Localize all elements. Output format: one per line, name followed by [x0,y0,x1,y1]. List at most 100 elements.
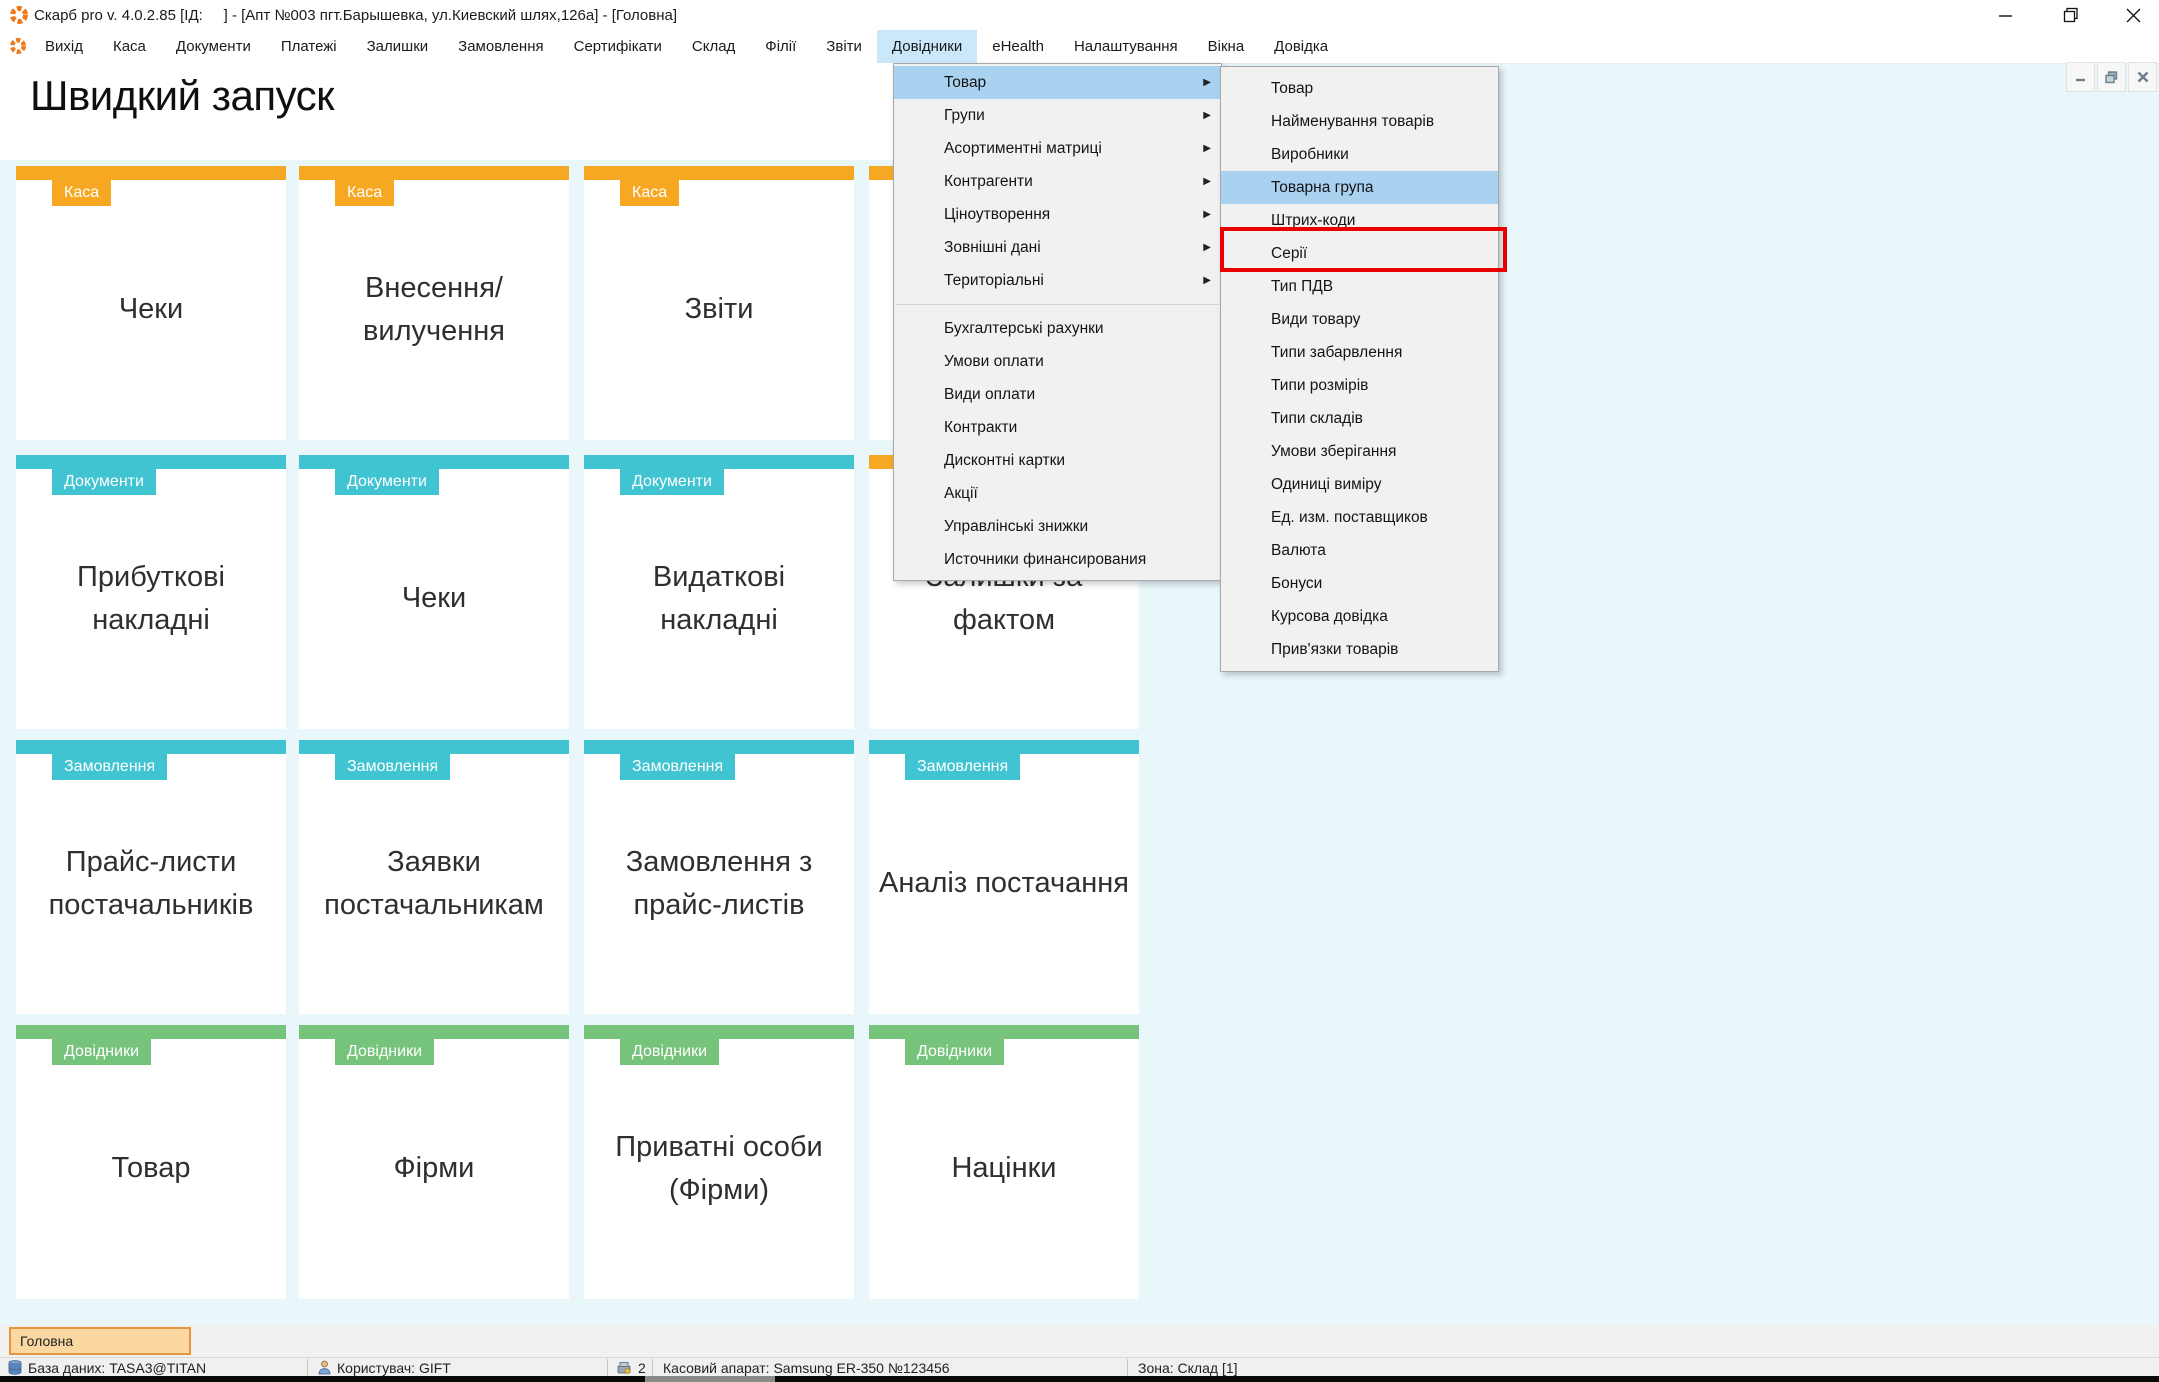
menu-filii[interactable]: Філії [750,30,811,63]
menu-item-upravlinski-znyzhky[interactable]: Управлінські знижки [894,510,1221,543]
tab-holovna[interactable]: Головна [9,1327,191,1355]
statusbar-database: База даних: TASA3@TITAN [8,1358,206,1377]
mdi-restore-button[interactable] [2097,62,2126,92]
tile-cheky-kasa[interactable]: Каса Чеки [16,166,286,440]
menu-zalyshky[interactable]: Залишки [352,30,444,63]
tile-label: Внесення/вилучення [363,271,505,348]
menu-platezhi[interactable]: Платежі [266,30,352,63]
menu-vyhid[interactable]: Вихід [30,30,98,63]
submenu-item-pryviazky-tovariv[interactable]: Прив'язки товарів [1221,633,1498,666]
tile-label: Замовлення з прайс-листів [625,845,813,922]
tile-zaiavky-postachalnykam[interactable]: Замовлення Заявки постачальникам [299,740,569,1014]
submenu-item-tovarna-hrupa[interactable]: Товарна група [1221,171,1498,204]
menu-item-label: Зовнішні дані [944,239,1041,256]
menu-item-aktsii[interactable]: Акції [894,477,1221,510]
tile-label: Фірми [393,1152,475,1185]
menu-item-dyskontni-kartky[interactable]: Дисконтні картки [894,444,1221,477]
menu-item-kontrakty[interactable]: Контракти [894,411,1221,444]
statusbar-counter-value: 2 [638,1359,646,1376]
submenu-item-bonusy[interactable]: Бонуси [1221,567,1498,600]
minimize-button[interactable] [1983,0,2027,30]
menu-item-zovnishni-dani[interactable]: Зовнішні дані ▶ [894,231,1221,264]
submenu-item-umovy-zberihannia[interactable]: Умови зберігання [1221,435,1498,468]
tile-prybutkovi-nakladni[interactable]: Документи Прибуткові накладні [16,455,286,729]
tile-category-bar [299,455,569,469]
menu-item-umovy-oplaty[interactable]: Умови оплати [894,345,1221,378]
menu-item-vydy-oplaty[interactable]: Види оплати [894,378,1221,411]
menu-zamovlennia[interactable]: Замовлення [443,30,558,63]
tovar-submenu: Товар Найменування товарів Виробники Тов… [1220,66,1507,672]
cash-register-icon [616,1361,632,1375]
menu-kasa[interactable]: Каса [98,30,161,63]
menu-nalashtuvannia[interactable]: Налаштування [1059,30,1193,63]
submenu-item-typy-zabarvlennia[interactable]: Типи забарвлення [1221,336,1498,369]
menu-item-tovar[interactable]: Товар ▶ [894,66,1221,99]
app-logo-icon [10,6,28,24]
submenu-item-vydy-tovaru[interactable]: Види товару [1221,303,1498,336]
tile-category-bar [584,1025,854,1039]
tile-zvity-kasa[interactable]: Каса Звіти [584,166,854,440]
close-button[interactable] [2111,0,2155,30]
submenu-item-ed-izm-postavshchikov[interactable]: Ед. изм. поставщиков [1221,501,1498,534]
menu-zvity[interactable]: Звіти [811,30,877,63]
tile-category-bar [299,166,569,180]
submenu-item-naimenuvannia-tovariv[interactable]: Найменування товарів [1221,105,1498,138]
tile-tovar[interactable]: Довідники Товар [16,1025,286,1299]
menu-item-istochniki-finansirovaniya[interactable]: Источники финансирования [894,543,1221,576]
database-icon [8,1360,22,1375]
menu-item-bukhhalterski-rakhunky[interactable]: Бухгалтерські рахунки [894,312,1221,345]
highlight-red-box [1220,227,1507,272]
user-icon [318,1360,331,1375]
submenu-arrow-icon: ▶ [1203,176,1211,187]
tile-natsinky[interactable]: Довідники Націнки [869,1025,1139,1299]
tile-zamovlennia-z-prais-lystiv[interactable]: Замовлення Замовлення з прайс-листів [584,740,854,1014]
tile-category-bar [584,166,854,180]
mdi-minimize-button[interactable] [2066,62,2095,92]
menu-bar: Вихід Каса Документи Платежі Залишки Зам… [0,30,2159,92]
tile-label: Видаткові накладні [652,560,786,637]
menu-item-hrupy[interactable]: Групи ▶ [894,99,1221,132]
statusbar-cash-register: Касовий апарат: Samsung ER-350 №123456 [663,1358,950,1377]
tile-vydatkovi-nakladni[interactable]: Документи Видаткові накладні [584,455,854,729]
tile-pryvatni-osoby[interactable]: Довідники Приватні особи (Фірми) [584,1025,854,1299]
mdi-close-button[interactable] [2128,62,2157,92]
submenu-item-typy-skladiv[interactable]: Типи складів [1221,402,1498,435]
menu-separator [896,304,1219,305]
tile-category-bar [299,740,569,754]
tile-prais-lysty-postachalnykiv[interactable]: Замовлення Прайс-листи постачальників [16,740,286,1014]
menu-item-terytorialni[interactable]: Територіальні ▶ [894,264,1221,297]
tile-firmy[interactable]: Довідники Фірми [299,1025,569,1299]
tile-category-bar [869,740,1139,754]
submenu-item-tovar[interactable]: Товар [1221,72,1498,105]
menu-dovidka[interactable]: Довідка [1259,30,1343,63]
statusbar-zone-label: Зона: Склад [1] [1138,1359,1238,1376]
menu-dokumenty[interactable]: Документи [161,30,266,63]
menu-dovidnyky[interactable]: Довідники [876,30,978,63]
menu-vikna[interactable]: Вікна [1193,30,1260,63]
menu-sertyfikaty[interactable]: Сертифікати [559,30,677,63]
statusbar-separator [307,1359,308,1376]
submenu-item-typ-pdv[interactable]: Тип ПДВ [1221,270,1498,303]
menu-item-label: Асортиментні матриці [944,140,1102,157]
tile-label: Приватні особи (Фірми) [615,1130,823,1207]
submenu-item-typy-rozmiriv[interactable]: Типи розмірів [1221,369,1498,402]
menu-item-asortymentni-matrytsi[interactable]: Асортиментні матриці ▶ [894,132,1221,165]
tile-analiz-postachannia[interactable]: Замовлення Аналіз постачання [869,740,1139,1014]
submenu-arrow-icon: ▶ [1203,77,1211,88]
submenu-item-odynytsi-vymiru[interactable]: Одиниці виміру [1221,468,1498,501]
tile-label: Чеки [118,293,184,326]
tile-vnesennia-vyluchennia[interactable]: Каса Внесення/вилучення [299,166,569,440]
menu-sklad[interactable]: Склад [677,30,750,63]
menu-ehealth[interactable]: eHealth [977,30,1059,63]
statusbar-zone: Зона: Склад [1] [1138,1358,1238,1377]
restore-button[interactable] [2049,0,2093,30]
tile-label: Товар [111,1152,191,1185]
tile-label: Прайс-листи постачальників [48,845,254,922]
menu-item-kontrahenty[interactable]: Контрагенти ▶ [894,165,1221,198]
menu-item-tsinoutvorennia[interactable]: Ціноутворення ▶ [894,198,1221,231]
submenu-item-kursova-dovidka[interactable]: Курсова довідка [1221,600,1498,633]
submenu-item-vyrobnyky[interactable]: Виробники [1221,138,1498,171]
submenu-item-valiuta[interactable]: Валюта [1221,534,1498,567]
tile-cheky-dokumenty[interactable]: Документи Чеки [299,455,569,729]
menubar-items: Вихід Каса Документи Платежі Залишки Зам… [30,30,1343,63]
